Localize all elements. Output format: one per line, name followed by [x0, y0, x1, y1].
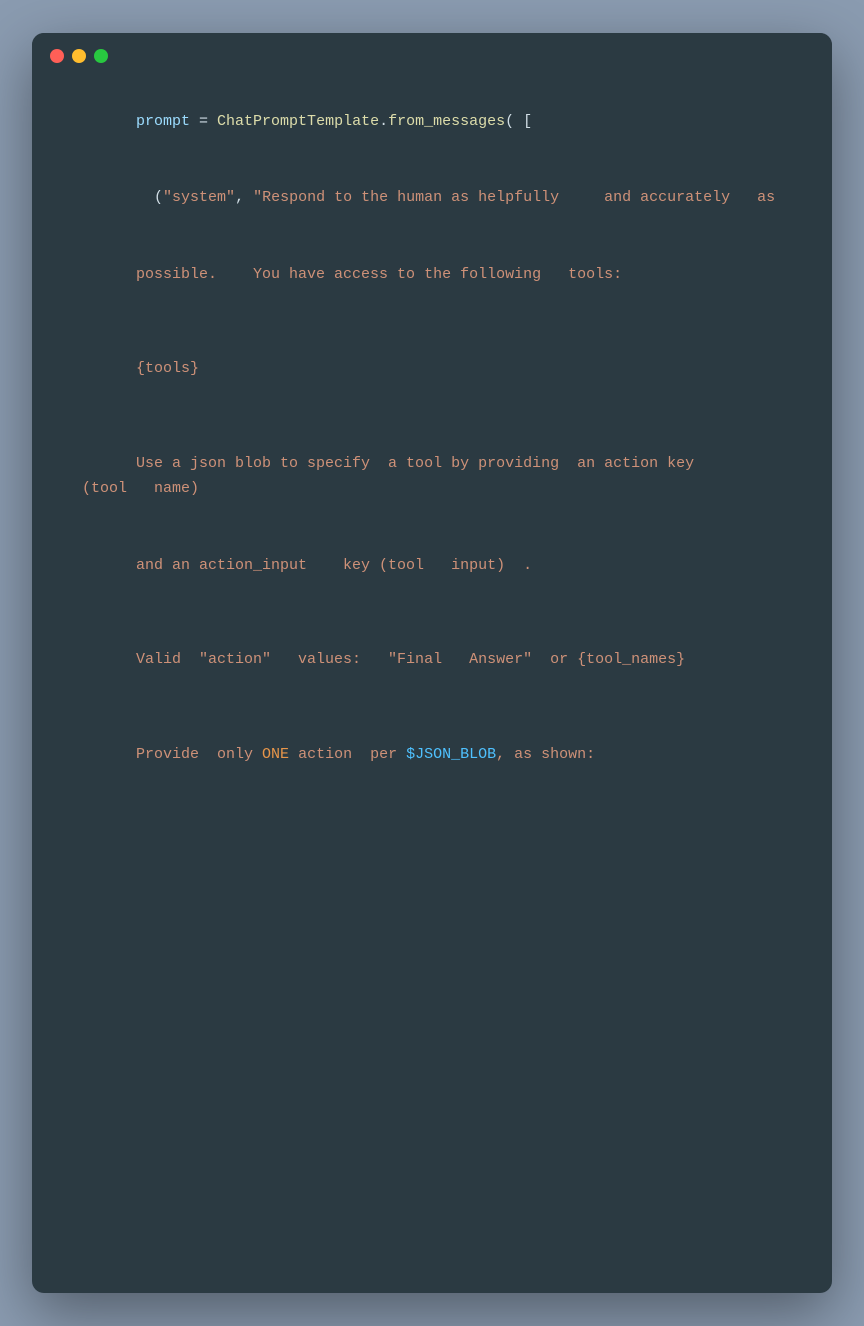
code-line: and an action_input key (tool input) .: [82, 527, 782, 604]
code-content: prompt = ChatPromptTemplate.from_message…: [32, 73, 832, 851]
title-bar: [32, 33, 832, 73]
code-line: ("system", "Respond to the human as help…: [82, 160, 782, 237]
code-line: Use a json blob to specify a tool by pro…: [82, 425, 782, 527]
code-window: prompt = ChatPromptTemplate.from_message…: [32, 33, 832, 1293]
blank-line: [82, 313, 782, 331]
maximize-button[interactable]: [94, 49, 108, 63]
blank-line: [82, 793, 782, 811]
blank-line: [82, 407, 782, 425]
code-line: {tools}: [82, 331, 782, 408]
code-line: prompt = ChatPromptTemplate.from_message…: [82, 83, 782, 160]
minimize-button[interactable]: [72, 49, 86, 63]
close-button[interactable]: [50, 49, 64, 63]
code-line: Valid "action" values: "Final Answer" or…: [82, 622, 782, 699]
blank-line: [82, 604, 782, 622]
code-line: possible. You have access to the followi…: [82, 236, 782, 313]
code-line: Provide only ONE action per $JSON_BLOB, …: [82, 716, 782, 793]
blank-line: [82, 698, 782, 716]
